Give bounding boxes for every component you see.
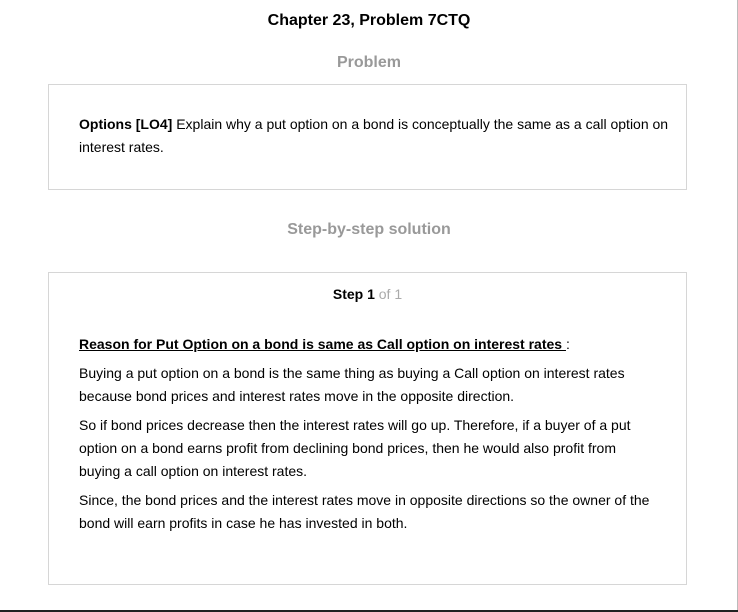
- step-total: of 1: [374, 286, 403, 302]
- solution-paragraph: Since, the bond prices and the interest …: [79, 492, 650, 531]
- solution-subheading-colon: :: [565, 336, 570, 352]
- step-number: Step 1: [332, 286, 375, 302]
- problem-box: Options [LO4] Explain why a put option o…: [48, 84, 687, 190]
- solution-paragraph: So if bond prices decrease then the inte…: [79, 417, 631, 479]
- solution-body: Reason for Put Option on a bond is same …: [79, 333, 654, 541]
- solution-box: Step 1 of 1 Reason for Put Option on a b…: [48, 272, 687, 585]
- solution-subheading-line: Reason for Put Option on a bond is same …: [79, 333, 654, 356]
- solution-paragraph: Buying a put option on a bond is the sam…: [79, 365, 625, 404]
- page-title: Chapter 23, Problem 7CTQ: [267, 12, 471, 29]
- problem-tag: Options [LO4]: [79, 116, 173, 132]
- solution-heading: Step-by-step solution: [287, 221, 451, 238]
- problem-heading: Problem: [336, 54, 401, 71]
- problem-statement: Options [LO4] Explain why a put option o…: [79, 113, 669, 159]
- step-indicator: Step 1 of 1: [49, 286, 686, 302]
- solution-subheading: Reason for Put Option on a bond is same …: [79, 336, 566, 352]
